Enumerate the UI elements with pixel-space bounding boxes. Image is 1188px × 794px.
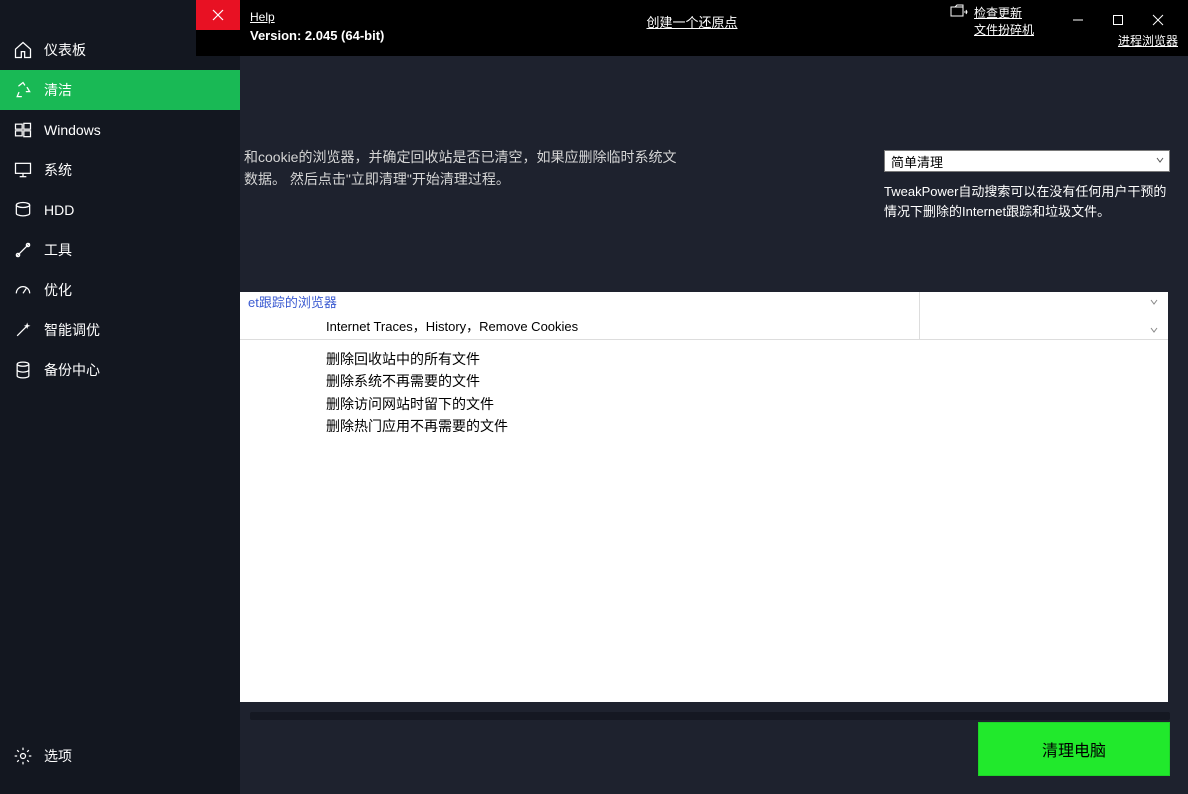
bottom-divider: [250, 712, 1170, 720]
sidebar-item-label: 系统: [44, 160, 72, 180]
sidebar-item-label: 备份中心: [44, 360, 100, 380]
section-header-browser[interactable]: et跟踪的浏览器: [240, 292, 1168, 312]
list-item: 删除热门应用不再需要的文件: [326, 415, 1168, 437]
sidebar-item-label: 工具: [44, 240, 72, 260]
cleanup-mode-dropdown[interactable]: 简单清理: [884, 150, 1170, 172]
window-controls: [1058, 8, 1178, 32]
right-panel: 简单清理 TweakPower自动搜索可以在没有任何用户干预的情况下删除的Int…: [884, 150, 1170, 221]
version-label: Version: 2.045 (64-bit): [250, 28, 384, 43]
check-update-link[interactable]: 检查更新: [974, 4, 1022, 21]
dropdown-value: 简单清理: [891, 152, 943, 171]
description-text: 和cookie的浏览器，并确定回收站是否已清空，如果应删除临时系统文 数据。 然…: [240, 146, 878, 191]
sidebar-item-system[interactable]: 系统: [0, 150, 240, 190]
process-browser-link[interactable]: 进程浏览器: [1118, 34, 1178, 48]
tools-icon: [12, 239, 34, 261]
section-title: et跟踪的浏览器: [248, 292, 337, 311]
monitor-icon: [12, 159, 34, 181]
sidebar-item-smart-tune[interactable]: 智能调优: [0, 310, 240, 350]
sidebar: 仪表板 清洁 Windows 系统 HDD: [0, 0, 240, 794]
list-item: 删除访问网站时留下的文件: [326, 393, 1168, 415]
sidebar-item-label: 仪表板: [44, 40, 86, 60]
list-item: 删除回收站中的所有文件: [326, 348, 1168, 370]
sidebar-item-backup[interactable]: 备份中心: [0, 350, 240, 390]
file-shredder-link[interactable]: 文件扮碎机: [974, 21, 1034, 38]
desc-line2: 数据。 然后点击"立即清理"开始清理过程。: [244, 168, 878, 190]
database-icon: [12, 359, 34, 381]
clean-button-label: 清理电脑: [1042, 737, 1106, 761]
close-button[interactable]: [1138, 8, 1178, 32]
chevron-down-icon: [1148, 324, 1160, 339]
home-icon: [12, 39, 34, 61]
sidebar-item-label: Windows: [44, 122, 101, 138]
gauge-icon: [12, 279, 34, 301]
sidebar-item-tools[interactable]: 工具: [0, 230, 240, 270]
sidebar-item-clean[interactable]: 清洁: [0, 70, 240, 110]
desc-line1: 和cookie的浏览器，并确定回收站是否已清空，如果应删除临时系统文: [244, 146, 878, 168]
sidebar-item-optimize[interactable]: 优化: [0, 270, 240, 310]
right-description: TweakPower自动搜索可以在没有任何用户干预的情况下删除的Internet…: [884, 182, 1170, 221]
chevron-down-icon: [1148, 296, 1160, 308]
sidebar-item-windows[interactable]: Windows: [0, 110, 240, 150]
sidebar-item-hdd[interactable]: HDD: [0, 190, 240, 230]
title-left: Help Version: 2.045 (64-bit): [250, 0, 384, 43]
content-panel: et跟踪的浏览器 Internet Traces，History，Remove …: [240, 292, 1168, 702]
chevron-down-icon: [1155, 155, 1165, 168]
hdd-icon: [12, 199, 34, 221]
recycle-icon: [12, 79, 34, 101]
sidebar-item-label: 智能调优: [44, 320, 100, 340]
restore-point-link[interactable]: 创建一个还原点: [646, 12, 737, 31]
help-link[interactable]: Help: [250, 10, 384, 24]
minimize-button[interactable]: [1058, 8, 1098, 32]
gear-icon: [12, 745, 34, 767]
windows-icon: [12, 119, 34, 141]
sidebar-options[interactable]: 选项: [0, 736, 240, 776]
titlebar: Help Version: 2.045 (64-bit) 创建一个还原点 检查更…: [196, 0, 1188, 56]
list-item: 删除系统不再需要的文件: [326, 370, 1168, 392]
maximize-button[interactable]: [1098, 8, 1138, 32]
cleanup-list: 删除回收站中的所有文件 删除系统不再需要的文件 删除访问网站时留下的文件 删除热…: [240, 340, 1168, 438]
vertical-separator: [919, 292, 920, 340]
close-button-red[interactable]: [196, 0, 240, 30]
section-sub-title: Internet Traces，History，Remove Cookies: [326, 316, 578, 335]
title-right-group1: 检查更新 文件扮碎机: [950, 4, 1034, 38]
sidebar-options-label: 选项: [44, 746, 72, 766]
sidebar-item-label: HDD: [44, 202, 74, 218]
main-area: 和cookie的浏览器，并确定回收站是否已清空，如果应删除临时系统文 数据。 然…: [240, 56, 1188, 794]
wand-icon: [12, 319, 34, 341]
folder-transfer-icon: [950, 4, 968, 21]
sidebar-item-label: 清洁: [44, 80, 72, 100]
section-sub-header[interactable]: Internet Traces，History，Remove Cookies: [240, 312, 1168, 340]
sidebar-item-label: 优化: [44, 280, 72, 300]
clean-computer-button[interactable]: 清理电脑: [978, 722, 1170, 776]
